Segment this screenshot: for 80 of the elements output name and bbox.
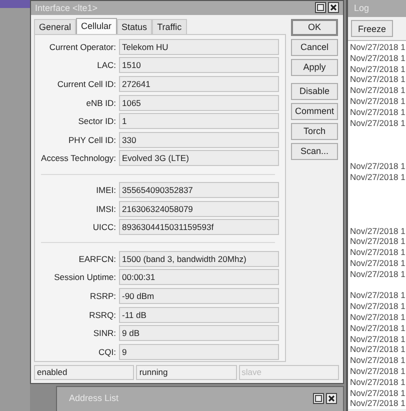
log-entry[interactable]: Nov/27/2018 1 bbox=[350, 64, 406, 74]
window-title: Log bbox=[354, 3, 370, 13]
window-title: Interface <lte1> bbox=[35, 2, 98, 13]
log-entry[interactable]: Nov/27/2018 1 bbox=[350, 226, 406, 236]
field-value: Evolved 3G (LTE) bbox=[119, 150, 279, 166]
log-entry[interactable]: Nov/27/2018 1 bbox=[350, 312, 406, 323]
log-entry[interactable]: Nov/27/2018 1 bbox=[350, 118, 406, 128]
log-entry[interactable]: Nov/27/2018 1 bbox=[350, 172, 406, 182]
status-cell: running bbox=[136, 365, 237, 380]
field-value: 1510 bbox=[119, 57, 279, 74]
tab[interactable]: Status bbox=[116, 18, 152, 34]
field-label: SINR: bbox=[92, 328, 117, 338]
field-label: eNB ID: bbox=[85, 98, 117, 108]
log-entry[interactable]: Nov/27/2018 1 bbox=[350, 398, 406, 410]
window-title: Address List bbox=[69, 393, 119, 403]
tab[interactable]: Traffic bbox=[152, 18, 187, 34]
field-label: Session Uptime: bbox=[53, 272, 117, 282]
maximize-icon[interactable] bbox=[313, 393, 324, 404]
log-entry[interactable]: Nov/27/2018 1 bbox=[350, 258, 406, 269]
field-value: 1500 (band 3, bandwidth 20Mhz) bbox=[119, 250, 279, 267]
log-entry[interactable]: Nov/27/2018 1 bbox=[350, 160, 406, 172]
field-label: Sector ID: bbox=[77, 116, 117, 126]
field-value: 272641 bbox=[119, 76, 279, 92]
status-cell: enabled bbox=[34, 365, 134, 380]
field-value: 9 bbox=[119, 344, 279, 360]
field-label: EARFCN: bbox=[78, 254, 117, 264]
log-entry[interactable]: Nov/27/2018 1 bbox=[350, 355, 406, 366]
close-icon[interactable] bbox=[328, 2, 339, 14]
field-value: 216306324058079 bbox=[119, 200, 279, 217]
dialog-button[interactable]: Cancel bbox=[291, 38, 338, 56]
log-entry[interactable]: Nov/27/2018 1 bbox=[350, 74, 406, 86]
field-label: PHY Cell ID: bbox=[67, 134, 117, 145]
log-entry[interactable]: Nov/27/2018 1 bbox=[350, 334, 406, 344]
log-entry[interactable]: Nov/27/2018 1 bbox=[350, 366, 406, 377]
field-value: Telekom HU bbox=[119, 38, 279, 55]
tab[interactable]: Cellular bbox=[76, 18, 117, 34]
log-entry[interactable]: Nov/27/2018 1 bbox=[350, 322, 406, 334]
field-value: -11 dB bbox=[119, 306, 279, 323]
field-value: 1 bbox=[119, 113, 279, 130]
maximize-icon[interactable] bbox=[315, 2, 326, 14]
field-label: IMSI: bbox=[95, 204, 117, 214]
log-entry[interactable]: Nov/27/2018 1 bbox=[350, 106, 406, 118]
field-label: CQI: bbox=[98, 346, 117, 357]
status-cell: slave bbox=[238, 365, 339, 380]
field-label: IMEI: bbox=[95, 184, 117, 195]
tab[interactable]: General bbox=[34, 18, 76, 34]
dialog-button[interactable]: Apply bbox=[291, 58, 338, 76]
freeze-button[interactable]: Freeze bbox=[351, 20, 393, 37]
field-label: Access Technology: bbox=[40, 153, 117, 164]
field-value: 355654090352837 bbox=[119, 182, 279, 198]
field-value: 00:00:31 bbox=[119, 269, 279, 286]
log-entry[interactable]: Nov/27/2018 1 bbox=[350, 52, 406, 64]
field-label: RSRP: bbox=[89, 290, 117, 301]
log-entry[interactable]: Nov/27/2018 1 bbox=[350, 247, 406, 258]
field-label: Current Operator: bbox=[48, 42, 117, 52]
field-value: -90 dBm bbox=[119, 288, 279, 304]
log-entry[interactable]: Nov/27/2018 1 bbox=[350, 268, 406, 280]
dialog-button[interactable]: Torch bbox=[291, 122, 338, 140]
log-entry[interactable]: Nov/27/2018 1 bbox=[350, 301, 406, 312]
dialog-button[interactable]: OK bbox=[291, 18, 338, 36]
dialog-button[interactable]: Comment bbox=[291, 102, 338, 120]
field-label: Current Cell ID: bbox=[56, 78, 117, 89]
field-value: 330 bbox=[119, 132, 279, 148]
field-value: 8936304415031159593f bbox=[119, 219, 279, 236]
log-entry[interactable]: Nov/27/2018 1 bbox=[350, 85, 406, 96]
log-entry[interactable]: Nov/27/2018 1 bbox=[350, 290, 406, 302]
log-entry[interactable]: Nov/27/2018 1 bbox=[350, 376, 406, 388]
field-label: UICC: bbox=[92, 222, 117, 232]
log-entry[interactable]: Nov/27/2018 1 bbox=[350, 236, 406, 248]
field-value: 9 dB bbox=[119, 325, 279, 342]
close-icon[interactable] bbox=[326, 393, 337, 404]
field-label: RSRQ: bbox=[88, 310, 117, 320]
log-entry[interactable]: Nov/27/2018 1 bbox=[350, 344, 406, 356]
log-entry[interactable]: Nov/27/2018 1 bbox=[350, 96, 406, 107]
log-entry[interactable]: Nov/27/2018 1 bbox=[350, 388, 406, 398]
field-value: 1065 bbox=[119, 94, 279, 111]
field-label: LAC: bbox=[96, 60, 117, 70]
dialog-button[interactable]: Disable bbox=[291, 82, 338, 100]
log-entry[interactable]: Nov/27/2018 1 bbox=[350, 42, 406, 53]
dialog-button[interactable]: Scan... bbox=[291, 142, 338, 160]
